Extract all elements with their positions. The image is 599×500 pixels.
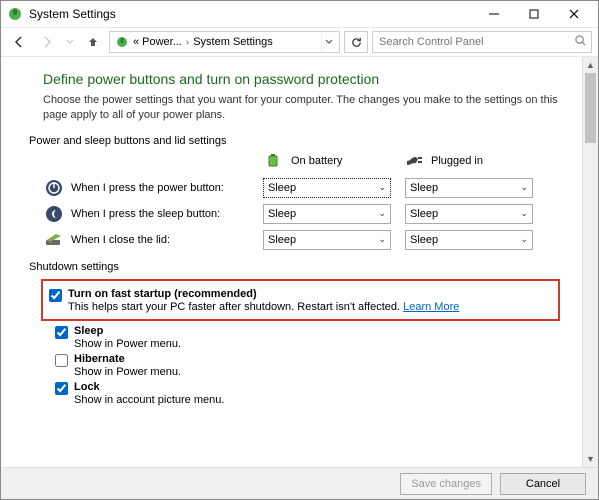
hibernate-text: Hibernate Show in Power menu. [74,353,181,378]
sleep-item: Sleep Show in Power menu. [55,325,560,350]
recent-dropdown[interactable] [63,30,77,54]
row-power-button: When I press the power button: Sleep ⌄ S… [43,177,560,199]
section-shutdown: Shutdown settings Turn on fast startup (… [43,261,560,406]
row-power-button-label: When I press the power button: [71,182,263,194]
sleep-text: Sleep Show in Power menu. [74,325,181,350]
hibernate-label: Hibernate [74,353,125,365]
client-area: Define power buttons and turn on passwor… [1,57,598,467]
cancel-button[interactable]: Cancel [500,473,586,495]
hibernate-item: Hibernate Show in Power menu. [55,353,560,378]
content: Define power buttons and turn on passwor… [1,57,582,467]
lock-text: Lock Show in account picture menu. [74,381,224,406]
back-button[interactable] [7,30,31,54]
col-on-battery-label: On battery [291,155,342,167]
plug-icon [405,153,425,169]
combo-value: Sleep [268,234,296,246]
page-heading: Define power buttons and turn on passwor… [43,71,560,87]
breadcrumb-dropdown-icon[interactable] [321,32,335,52]
lock-sub: Show in account picture menu. [74,394,224,406]
section-shutdown-label: Shutdown settings [29,261,560,273]
combo-sleep-plugged[interactable]: Sleep ⌄ [405,204,533,224]
combo-lid-plugged[interactable]: Sleep ⌄ [405,230,533,250]
breadcrumb-sep-icon: › [185,37,190,48]
row-close-lid-label: When I close the lid: [71,234,263,246]
scroll-thumb[interactable] [585,73,596,143]
col-spacer [43,153,265,169]
row-close-lid: When I close the lid: Sleep ⌄ Sleep ⌄ [43,229,560,251]
lock-label: Lock [74,381,100,393]
combo-value: Sleep [410,208,438,220]
col-plugged-in: Plugged in [405,153,545,169]
scroll-down-icon[interactable]: ▼ [583,451,598,467]
search-box[interactable] [372,31,592,53]
scroll-up-icon[interactable]: ▲ [583,57,598,73]
chevron-down-icon: ⌄ [520,234,528,245]
sleep-sub: Show in Power menu. [74,338,181,350]
lock-checkbox[interactable] [55,382,68,395]
fast-startup-item: Turn on fast startup (recommended) This … [49,288,552,313]
window-title: System Settings [29,7,474,21]
app-icon [7,6,23,22]
forward-button[interactable] [35,30,59,54]
combo-power-battery[interactable]: Sleep ⌄ [263,178,391,198]
fast-startup-desc: This helps start your PC faster after sh… [68,301,459,313]
chevron-down-icon: ⌄ [378,208,386,219]
lock-item: Lock Show in account picture menu. [55,381,560,406]
row-sleep-button: When I press the sleep button: Sleep ⌄ S… [43,203,560,225]
learn-more-link[interactable]: Learn More [403,301,459,313]
breadcrumb[interactable]: « Power... › System Settings [109,31,340,53]
chevron-down-icon: ⌄ [520,208,528,219]
close-button[interactable] [554,1,594,27]
combo-value: Sleep [268,208,296,220]
fast-startup-checkbox[interactable] [49,289,62,302]
battery-icon [265,153,285,169]
search-input[interactable] [377,35,574,49]
lid-icon [43,230,65,250]
up-button[interactable] [81,30,105,54]
combo-value: Sleep [410,182,438,194]
combo-lid-battery[interactable]: Sleep ⌄ [263,230,391,250]
footer: Save changes Cancel [1,467,598,499]
section-buttons-label: Power and sleep buttons and lid settings [29,135,560,147]
breadcrumb-trunc: « [133,36,139,48]
breadcrumb-item-power[interactable]: Power... [142,36,182,48]
page-description: Choose the power settings that you want … [43,93,560,123]
combo-value: Sleep [410,234,438,246]
address-bar: « Power... › System Settings [1,27,598,57]
col-on-battery: On battery [265,153,405,169]
column-headers: On battery Plugged in [43,153,560,169]
vertical-scrollbar[interactable]: ▲ ▼ [582,57,598,467]
combo-sleep-battery[interactable]: Sleep ⌄ [263,204,391,224]
fast-startup-desc-text: This helps start your PC faster after sh… [68,301,403,313]
fast-startup-label: Turn on fast startup (recommended) [68,288,257,300]
refresh-button[interactable] [344,31,368,53]
hibernate-checkbox[interactable] [55,354,68,367]
fast-startup-text: Turn on fast startup (recommended) This … [68,288,459,313]
fast-startup-highlight: Turn on fast startup (recommended) This … [41,279,560,321]
window-buttons [474,1,594,27]
breadcrumb-item-systemsettings[interactable]: System Settings [193,36,272,48]
sleep-label: Sleep [74,325,103,337]
titlebar: System Settings [1,1,598,27]
chevron-down-icon: ⌄ [378,182,386,193]
power-button-icon [43,178,65,198]
scroll-track[interactable] [583,73,598,451]
sleep-button-icon [43,204,65,224]
col-plugged-in-label: Plugged in [431,155,483,167]
row-sleep-button-label: When I press the sleep button: [71,208,263,220]
maximize-button[interactable] [514,1,554,27]
chevron-down-icon: ⌄ [378,234,386,245]
combo-power-plugged[interactable]: Sleep ⌄ [405,178,533,198]
combo-value: Sleep [268,182,296,194]
minimize-button[interactable] [474,1,514,27]
hibernate-sub: Show in Power menu. [74,366,181,378]
search-icon[interactable] [574,34,587,50]
sleep-checkbox[interactable] [55,326,68,339]
breadcrumb-icon [114,34,130,50]
chevron-down-icon: ⌄ [520,182,528,193]
save-changes-button[interactable]: Save changes [400,473,492,495]
